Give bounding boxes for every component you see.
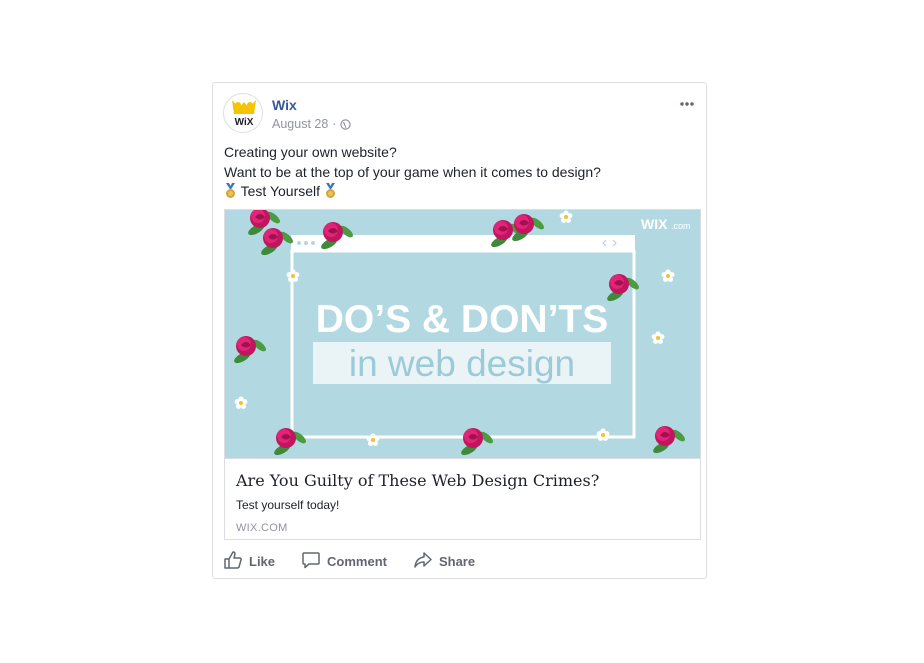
like-button[interactable]: Like <box>223 549 275 573</box>
post-header: WiX Wix August 28 · <box>223 93 696 137</box>
meta-separator: · <box>332 117 337 131</box>
comment-icon <box>301 550 321 573</box>
ellipsis-icon[interactable] <box>678 97 696 109</box>
share-label: Share <box>438 553 476 569</box>
post-text-line-1: Creating your own website? <box>224 144 397 160</box>
post-text: Creating your own website? Want to be at… <box>224 143 694 202</box>
post-date[interactable]: August 28 <box>272 117 328 131</box>
post-actions: Like Comment Share <box>223 549 696 573</box>
hero-brand-suffix: .com <box>671 221 691 231</box>
cta-text: Test Yourself <box>240 183 321 199</box>
share-button[interactable]: Share <box>413 549 475 573</box>
like-label: Like <box>249 553 276 569</box>
post-text-line-3: Test Yourself <box>224 182 694 202</box>
link-preview-card[interactable]: DO’S & DON’TS in web design WIX .com Are… <box>224 209 701 540</box>
comment-label: Comment <box>327 553 387 569</box>
hero-brand: WIX <box>641 216 668 232</box>
globe-icon[interactable] <box>340 118 352 130</box>
hero-subheadline: in web design <box>349 343 575 384</box>
hero-headline: DO’S & DON’TS <box>316 298 609 341</box>
card-title[interactable]: Are You Guilty of These Web Design Crime… <box>236 471 599 490</box>
thumbs-up-icon <box>223 550 243 573</box>
page-avatar[interactable]: WiX <box>223 93 263 133</box>
post-text-line-2: Want to be at the top of your game when … <box>224 163 601 180</box>
facebook-post: WiX Wix August 28 · Creating your own we… <box>212 82 707 579</box>
medal-icon <box>324 183 337 199</box>
post-meta: August 28 · <box>272 117 352 131</box>
comment-button[interactable]: Comment <box>301 549 387 573</box>
share-icon <box>413 550 433 573</box>
card-info[interactable]: Are You Guilty of These Web Design Crime… <box>225 458 700 539</box>
medal-icon <box>224 183 237 199</box>
card-hero-image[interactable]: DO’S & DON’TS in web design WIX .com <box>225 210 700 458</box>
page-name-link[interactable]: Wix <box>272 97 297 113</box>
svg-text:WiX: WiX <box>235 117 254 128</box>
card-description: Test yourself today! <box>236 498 340 512</box>
card-domain: WIX.COM <box>236 522 288 534</box>
